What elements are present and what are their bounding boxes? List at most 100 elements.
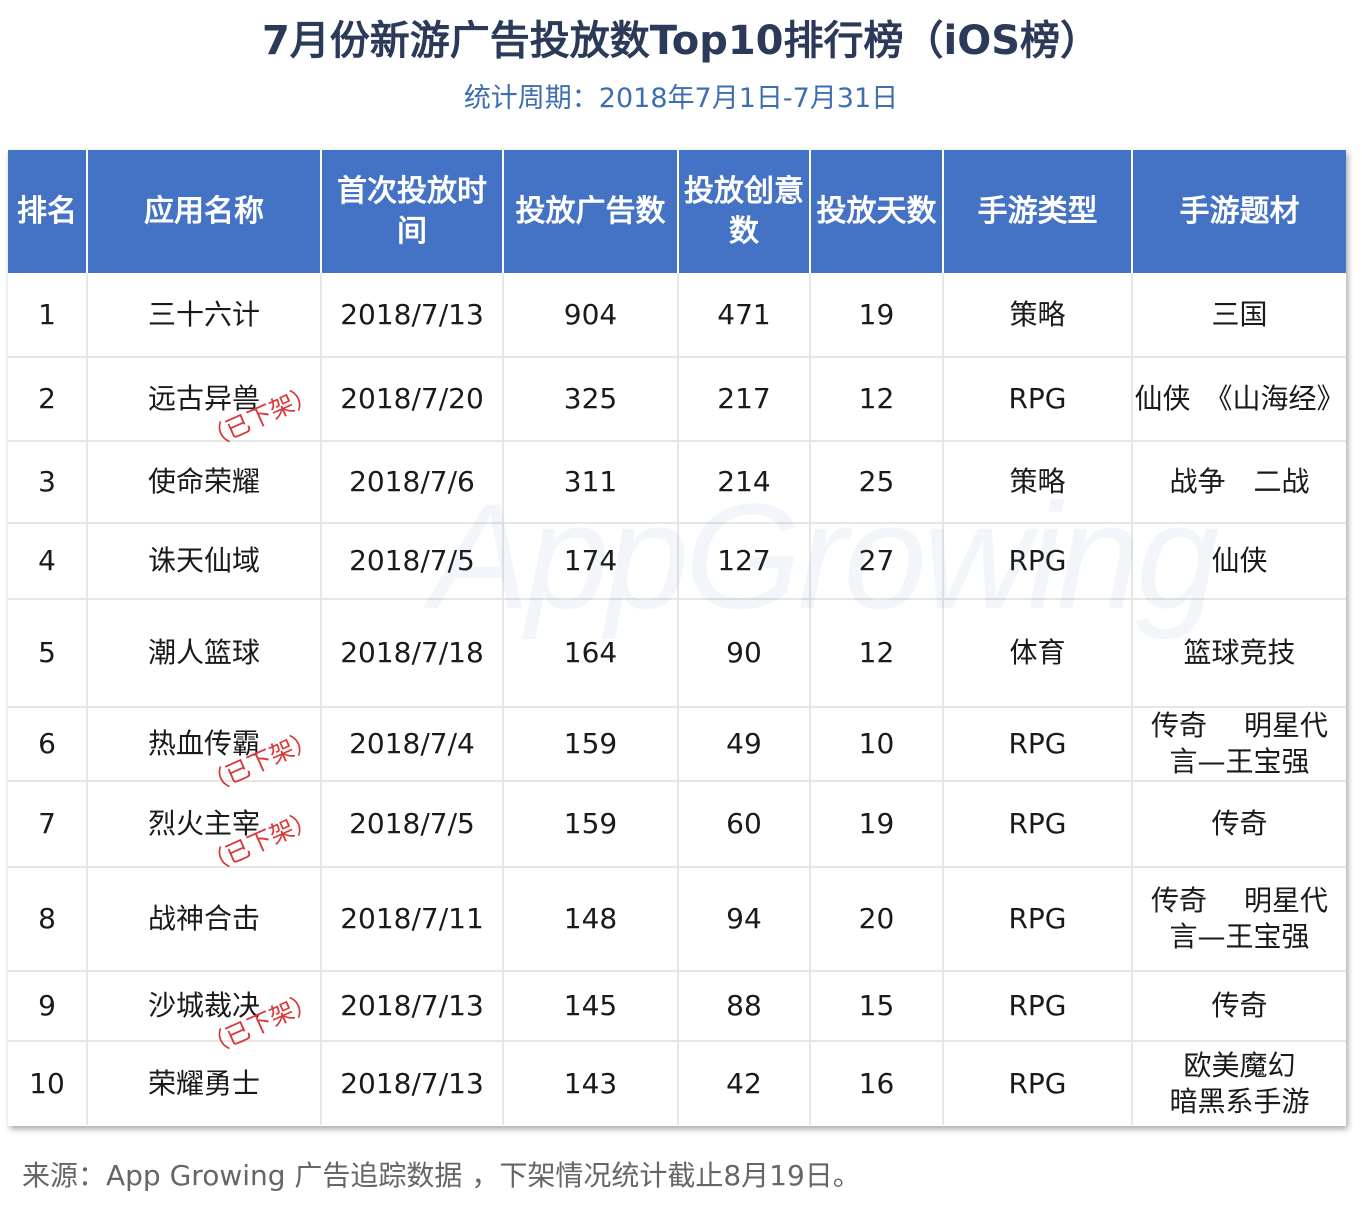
cell-game-theme: 传奇 明星代 言—王宝强 <box>1132 707 1346 782</box>
cell-game-type: RPG <box>943 523 1133 600</box>
table-row: 1 三十六计 2018/7/13 904 471 19 策略 三国 <box>8 273 1346 358</box>
cell-rank: 1 <box>8 273 88 358</box>
cell-creative-count: 94 <box>678 867 811 972</box>
cell-game-theme: 仙侠 《山海经》 <box>1132 357 1346 442</box>
table-row: 6 热血传霸 （已下架） 2018/7/4 159 49 10 RPG 传奇 明星代 言—王宝强 <box>8 707 1346 799</box>
cell-days: 19 <box>810 273 944 358</box>
cell-game-theme: 仙侠 <box>1132 523 1346 600</box>
header-rank: 排名 <box>8 150 88 273</box>
table-row: 4 诛天仙域 2018/7/5 174 127 27 RPG 仙侠 <box>8 523 1346 600</box>
app-name: 潮人篮球 <box>147 636 260 669</box>
cell-first-date: 2018/7/5 <box>321 781 504 868</box>
cell-game-type: RPG <box>943 1041 1133 1125</box>
source-footnote: 来源：App Growing 广告追踪数据 ，下架情况统计截止8月19日。 <box>22 1159 861 1192</box>
app-name-text: 沙城裁决 （已下架） <box>148 987 321 1061</box>
cell-app-name: 三十六计 <box>87 273 322 358</box>
cell-game-theme: 篮球竞技 <box>1132 599 1346 708</box>
app-name-text: 三十六计 <box>148 298 260 332</box>
cell-creative-count: 60 <box>678 781 811 868</box>
table-row: 7 烈火主宰 （已下架） 2018/7/5 159 60 19 RPG 传奇 <box>8 781 1346 879</box>
cell-creative-count: 471 <box>678 273 811 358</box>
cell-days: 15 <box>810 971 944 1042</box>
cell-ad-count: 145 <box>503 971 679 1042</box>
app-name: 三十六计 <box>147 297 260 331</box>
cell-days: 12 <box>810 357 944 442</box>
header-ad-count: 投放广告数 <box>503 150 679 273</box>
app-name-text: 潮人篮球 <box>148 636 260 670</box>
app-name: 荣耀勇士 <box>147 1066 260 1100</box>
cell-first-date: 2018/7/13 <box>321 971 504 1042</box>
cell-days: 16 <box>810 1041 944 1125</box>
cell-rank: 8 <box>8 867 88 972</box>
cell-creative-count: 49 <box>678 707 811 782</box>
app-name-text: 热血传霸 （已下架） <box>148 725 321 799</box>
cell-ad-count: 159 <box>503 707 679 782</box>
header-game-theme: 手游题材 <box>1132 150 1346 273</box>
cell-game-theme: 传奇 明星代 言—王宝强 <box>1132 867 1346 972</box>
cell-first-date: 2018/7/6 <box>321 441 504 524</box>
table-row: 2 远古异兽 （已下架） 2018/7/20 325 217 12 RPG 仙侠 《山海经》 <box>8 357 1346 454</box>
table-row: 10 荣耀勇士 2018/7/13 143 42 16 RPG 欧美魔幻 暗黑系手游 <box>8 1041 1346 1125</box>
cell-first-date: 2018/7/4 <box>321 707 504 782</box>
cell-app-name: 潮人篮球 <box>87 599 322 708</box>
cell-rank: 2 <box>8 357 88 442</box>
cell-game-theme: 欧美魔幻 暗黑系手游 <box>1169 1048 1310 1118</box>
cell-first-date: 2018/7/13 <box>321 1041 504 1125</box>
cell-days: 27 <box>810 523 944 600</box>
cell-creative-count: 88 <box>678 971 811 1042</box>
cell-first-date: 2018/7/20 <box>321 357 504 442</box>
cell-days: 25 <box>810 441 944 524</box>
cell-rank: 6 <box>8 707 88 782</box>
cell-ad-count: 325 <box>503 357 679 442</box>
cell-first-date: 2018/7/18 <box>321 599 504 708</box>
cell-game-theme: 战争 二战 <box>1132 441 1346 524</box>
cell-game-type: 策略 <box>943 441 1133 524</box>
cell-ad-count: 174 <box>503 523 679 600</box>
cell-app-name: 战神合击 <box>87 867 322 972</box>
table-row: 9 沙城裁决 （已下架） 2018/7/13 145 88 15 RPG 传奇 <box>8 971 1346 1061</box>
cell-game-type: RPG <box>943 971 1133 1042</box>
cell-app-name: 使命荣耀 <box>87 441 322 524</box>
header-first-date: 首次投放时间 <box>321 150 504 273</box>
cell-app-name: 远古异兽 （已下架） <box>87 357 322 454</box>
table-body: 1 三十六计 2018/7/13 904 471 19 策略 三国 2 远古异兽 （已下架） 2018… <box>8 273 1346 1125</box>
app-name-text: 战神合击 <box>148 902 260 936</box>
cell-creative-count: 127 <box>678 523 811 600</box>
app-name: 使命荣耀 <box>147 465 260 498</box>
cell-rank: 7 <box>8 781 88 868</box>
cell-ad-count: 159 <box>503 781 679 868</box>
cell-game-type: RPG <box>943 707 1133 782</box>
cell-game-theme: 三国 <box>1132 273 1346 358</box>
app-name: 诛天仙域 <box>147 544 260 577</box>
cell-app-name: 荣耀勇士 <box>87 1041 322 1125</box>
cell-ad-count: 311 <box>503 441 679 524</box>
cell-game-type: 体育 <box>943 599 1133 708</box>
cell-rank: 5 <box>8 599 88 708</box>
page-title: 7月份新游广告投放数Top10排行榜（iOS榜） <box>261 18 1101 64</box>
cell-days: 19 <box>810 781 944 868</box>
cell-rank: 4 <box>8 523 88 600</box>
cell-days: 20 <box>810 867 944 972</box>
app-name-text: 诛天仙域 <box>148 544 260 578</box>
cell-app-name: 诛天仙域 <box>87 523 322 600</box>
cell-game-type: RPG <box>943 781 1133 868</box>
cell-ad-count: 143 <box>503 1041 679 1125</box>
app-name-text: 远古异兽 （已下架） <box>148 380 321 454</box>
cell-game-type: RPG <box>943 357 1133 442</box>
page-subtitle: 统计周期：2018年7月1日-7月31日 <box>463 83 899 114</box>
ranking-table: 排名 应用名称 首次投放时间 投放广告数 投放创意数 投放天数 手游类型 手游题… <box>8 150 1346 1125</box>
cell-game-theme: 传奇 <box>1132 971 1346 1042</box>
cell-rank: 3 <box>8 441 88 524</box>
cell-game-type: 策略 <box>943 273 1133 358</box>
cell-rank: 9 <box>8 971 88 1042</box>
header-game-type: 手游类型 <box>943 150 1133 273</box>
header-days: 投放天数 <box>810 150 944 273</box>
app-name-text: 烈火主宰 （已下架） <box>148 805 321 879</box>
cell-creative-count: 214 <box>678 441 811 524</box>
table-row: 3 使命荣耀 2018/7/6 311 214 25 策略 战争 二战 <box>8 441 1346 524</box>
cell-first-date: 2018/7/5 <box>321 523 504 600</box>
cell-creative-count: 42 <box>678 1041 811 1125</box>
table-row: 8 战神合击 2018/7/11 148 94 20 RPG 传奇 明星代 言—王宝强 <box>8 867 1346 972</box>
cell-first-date: 2018/7/13 <box>321 273 504 358</box>
app-name-text: 荣耀勇士 <box>148 1067 260 1101</box>
